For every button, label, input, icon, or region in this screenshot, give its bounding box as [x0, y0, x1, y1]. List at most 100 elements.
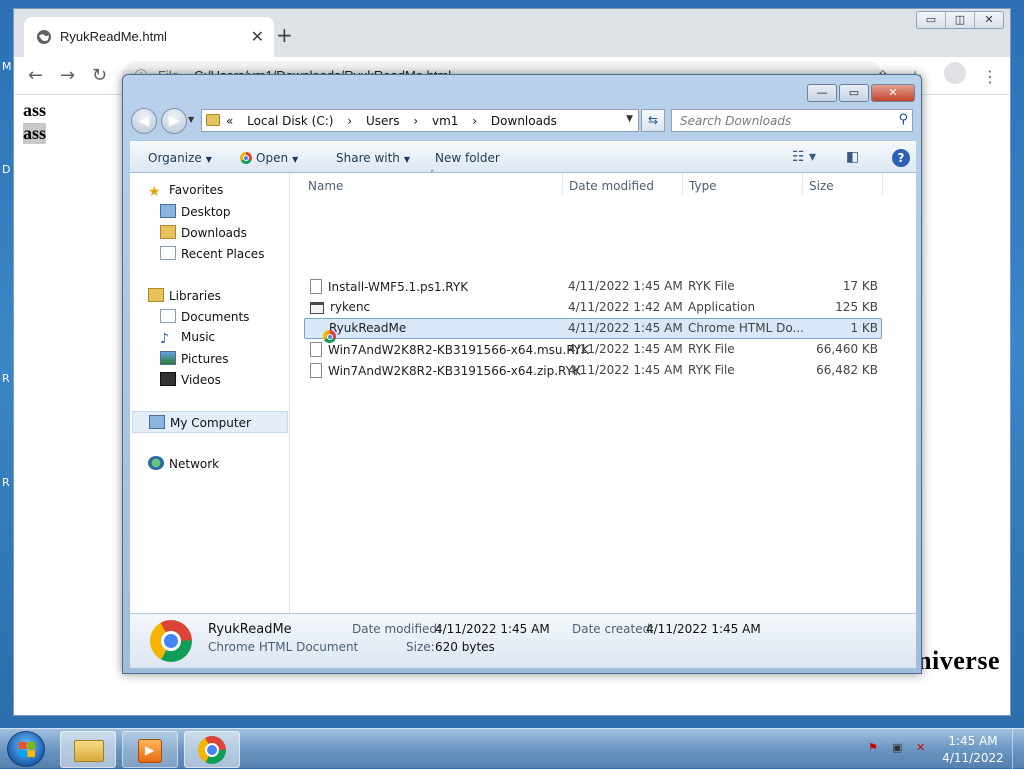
back-arrow-icon[interactable]: ◀: [131, 108, 157, 134]
breadcrumb-item[interactable]: Downloads: [491, 114, 557, 128]
file-name: RyukReadMe: [329, 321, 407, 335]
file-row[interactable]: Win7AndW2K8R2-KB3191566-x64.zip.RYK 4/11…: [304, 360, 882, 381]
nav-label: Libraries: [169, 289, 221, 303]
maximize-button[interactable]: ▭: [839, 84, 869, 102]
open-label: Open: [256, 151, 289, 165]
details-date-modified: 4/11/2022 1:45 AM: [435, 622, 550, 636]
file-row[interactable]: Install-WMF5.1.ps1.RYK 4/11/2022 1:45 AM…: [304, 276, 882, 297]
file-list: Name ˆ Date modified Type Size Install-W…: [290, 170, 916, 613]
nav-label: Recent Places: [181, 247, 265, 261]
file-type: Application: [688, 300, 756, 314]
desktop-icon-label[interactable]: R: [2, 372, 10, 385]
profile-avatar[interactable]: [944, 62, 966, 84]
column-header-date-modified[interactable]: Date modified: [569, 179, 654, 193]
file-date: 4/11/2022 1:45 AM: [568, 363, 683, 377]
file-name: Win7AndW2K8R2-KB3191566-x64.zip.RYK: [328, 364, 581, 378]
open-button[interactable]: Open ▼: [240, 151, 298, 165]
organize-button[interactable]: Organize ▼: [148, 151, 212, 165]
tab-close-icon[interactable]: ✕: [251, 27, 264, 46]
file-type: RYK File: [688, 279, 735, 293]
view-options-icon[interactable]: ☷ ▾: [792, 149, 816, 165]
column-divider[interactable]: [562, 173, 563, 195]
help-icon[interactable]: ?: [892, 149, 910, 167]
column-divider[interactable]: [882, 173, 883, 195]
browser-tab[interactable]: RyukReadMe.html ✕: [24, 17, 274, 57]
close-button[interactable]: ✕: [975, 12, 1003, 28]
file-date: 4/11/2022 1:45 AM: [568, 342, 683, 356]
file-size: 66,460 KB: [816, 342, 878, 356]
taskbar-explorer-button[interactable]: [60, 731, 116, 768]
nav-downloads[interactable]: Downloads: [160, 225, 247, 240]
menu-icon[interactable]: ⋮: [982, 67, 998, 86]
minimize-button[interactable]: —: [807, 84, 837, 102]
file-row[interactable]: Win7AndW2K8R2-KB3191566-x64.msu.RYK 4/11…: [304, 339, 882, 360]
recent-pages-dropdown-icon[interactable]: ▼: [188, 115, 194, 124]
address-bar[interactable]: « Local Disk (C:) › Users › vm1 › Downlo…: [201, 109, 639, 132]
column-divider[interactable]: [682, 173, 683, 195]
breadcrumb-separator[interactable]: ›: [472, 114, 477, 128]
music-icon: ♪: [160, 331, 169, 347]
action-center-icon[interactable]: ⚑: [868, 741, 884, 755]
share-with-button[interactable]: Share with ▼: [336, 151, 410, 165]
volume-muted-icon[interactable]: ✕: [916, 741, 932, 755]
desktop-icon-label[interactable]: R: [2, 476, 10, 489]
start-button[interactable]: [7, 731, 45, 767]
new-tab-button[interactable]: +: [276, 23, 293, 47]
breadcrumb-item[interactable]: Local Disk (C:): [247, 114, 333, 128]
desktop-icon-label[interactable]: D: [2, 163, 10, 176]
file-row[interactable]: rykenc 4/11/2022 1:42 AM Application 125…: [304, 297, 882, 318]
new-folder-button[interactable]: New folder: [435, 151, 500, 165]
forward-arrow-icon[interactable]: ▶: [161, 108, 187, 134]
nav-pictures[interactable]: Pictures: [160, 351, 229, 366]
reload-icon[interactable]: ↻: [92, 65, 107, 86]
breadcrumb-separator[interactable]: ›: [347, 114, 352, 128]
breadcrumb-item[interactable]: vm1: [432, 114, 458, 128]
nav-my-computer[interactable]: My Computer: [132, 411, 288, 433]
star-icon: ★: [148, 184, 161, 200]
media-player-icon: [138, 739, 162, 763]
back-arrow-icon[interactable]: ←: [28, 65, 43, 86]
search-placeholder: Search Downloads: [680, 114, 792, 128]
nav-recent-places[interactable]: Recent Places: [160, 246, 264, 261]
preview-pane-icon[interactable]: ◧: [846, 149, 859, 165]
nav-documents[interactable]: Documents: [160, 309, 249, 324]
nav-libraries[interactable]: Libraries: [148, 288, 221, 303]
search-input[interactable]: Search Downloads ⚲: [671, 109, 913, 132]
search-icon[interactable]: ⚲: [898, 112, 908, 127]
column-header-name[interactable]: Name: [308, 179, 343, 193]
forward-arrow-icon[interactable]: →: [60, 65, 75, 86]
maximize-button[interactable]: ◫: [946, 12, 975, 28]
nav-label: My Computer: [170, 416, 251, 430]
file-size: 1 KB: [850, 321, 878, 335]
column-divider[interactable]: [802, 173, 803, 195]
breadcrumb-separator[interactable]: ›: [413, 114, 418, 128]
close-button[interactable]: ✕: [871, 84, 915, 102]
chevron-down-icon[interactable]: ▼: [626, 114, 633, 124]
file-row-selected[interactable]: RyukReadMe 4/11/2022 1:45 AM Chrome HTML…: [304, 318, 882, 343]
nav-network[interactable]: Network: [148, 456, 219, 471]
nav-music[interactable]: ♪ Music: [160, 330, 215, 347]
nav-label: Pictures: [181, 352, 229, 366]
system-clock[interactable]: 1:45 AM 4/11/2022: [940, 733, 1006, 767]
taskbar-chrome-button[interactable]: [184, 731, 240, 768]
nav-favorites[interactable]: ★ Favorites: [148, 183, 223, 200]
desktop-icon-label[interactable]: M: [2, 60, 12, 73]
column-header-size[interactable]: Size: [809, 179, 834, 193]
page-text-line: ass: [23, 100, 47, 120]
nav-desktop[interactable]: Desktop: [160, 204, 231, 219]
network-status-icon[interactable]: ▣: [892, 741, 908, 755]
downloads-folder-icon: [160, 225, 176, 239]
column-header-type[interactable]: Type: [689, 179, 717, 193]
taskbar-media-player-button[interactable]: [122, 731, 178, 768]
file-date: 4/11/2022 1:42 AM: [568, 300, 683, 314]
nav-videos[interactable]: Videos: [160, 372, 221, 387]
file-icon: [310, 342, 322, 357]
details-date-created-label: Date created:: [572, 622, 655, 636]
breadcrumb-overflow[interactable]: «: [226, 114, 233, 128]
show-desktop-button[interactable]: [1012, 729, 1024, 769]
breadcrumb-item[interactable]: Users: [366, 114, 400, 128]
refresh-button[interactable]: ⇆: [641, 109, 665, 132]
command-bar: Organize ▼ Open ▼ Share with ▼ New folder ☷…: [130, 141, 916, 173]
minimize-button[interactable]: ▭: [917, 12, 946, 28]
breadcrumb: « Local Disk (C:) › Users › vm1 › Downlo…: [226, 114, 567, 128]
